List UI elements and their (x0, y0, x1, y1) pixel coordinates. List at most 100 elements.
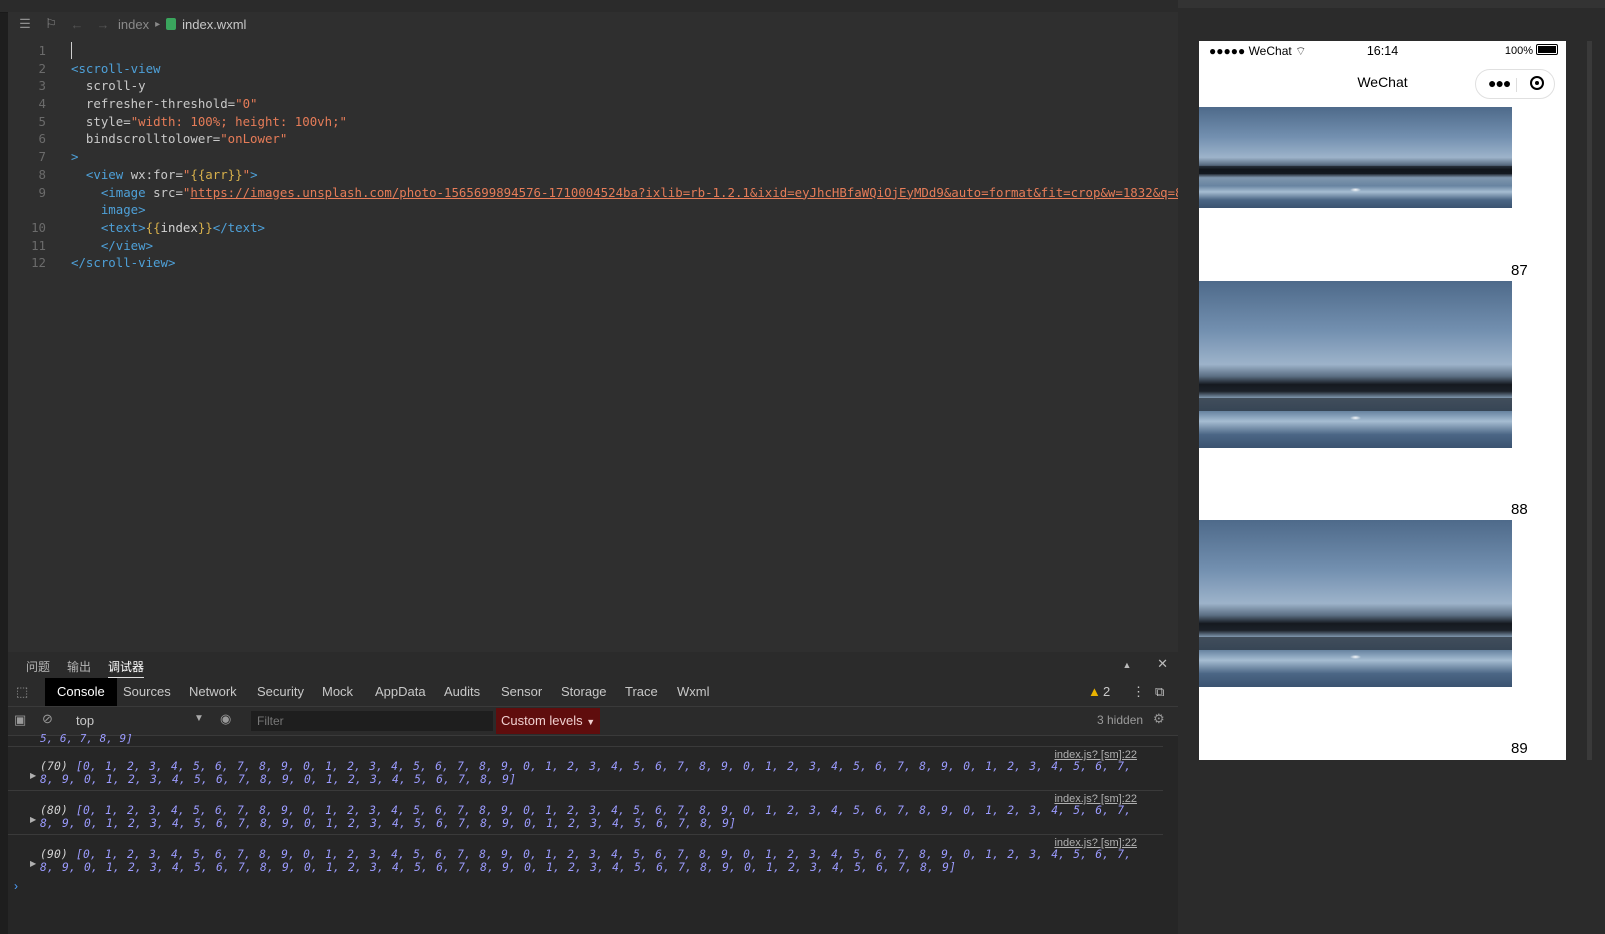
clear-console-icon[interactable]: ⊘ (42, 711, 53, 727)
arrow-left-icon[interactable]: ← (68, 17, 86, 32)
simulator-scrollbar[interactable] (1587, 41, 1592, 760)
item-image (1199, 281, 1512, 448)
array-length: (80) (40, 804, 69, 817)
line-source[interactable]: <text>{{index}}</text> (71, 219, 265, 237)
tab-storage[interactable]: Storage (561, 678, 607, 706)
wxml-file-icon (166, 18, 177, 30)
menu-capsule[interactable]: ●●● (1475, 69, 1555, 99)
line-number: 5 (38, 113, 46, 129)
array-values: [0, 1, 2, 3, 4, 5, 6, 7, 8, 9, 0, 1, 2, … (40, 760, 1132, 786)
bookmark-icon[interactable]: ⚐ (42, 16, 60, 32)
close-miniprogram-icon[interactable] (1530, 76, 1544, 90)
code-token: </scroll-view> (71, 255, 176, 271)
breadcrumb-file[interactable]: index.wxml (182, 17, 246, 32)
line-source[interactable]: > (71, 148, 78, 166)
code-token: <view (71, 166, 131, 182)
code-token: image> (71, 202, 146, 218)
tab-security[interactable]: Security (257, 678, 304, 706)
code-token: </text> (212, 219, 265, 235)
line-source[interactable]: <image src="https://images.unsplash.com/… (71, 184, 1194, 202)
console-entry[interactable]: index.js? [sm]:22 ▶ (70) [0, 1, 2, 3, 4, 5… (8, 746, 1163, 791)
code-token: "width: 100%; height: 100vh;" (130, 113, 348, 129)
code-token: https://images.unsplash.com/photo-156569… (190, 184, 1190, 200)
tab-sensor[interactable]: Sensor (501, 678, 542, 706)
levels-label: Custom levels (501, 713, 583, 728)
inspect-element-icon[interactable]: ⬚ (16, 678, 28, 706)
line-source[interactable]: scroll-y (71, 77, 146, 95)
arrow-right-icon[interactable]: → (94, 17, 112, 32)
levels-dropdown[interactable]: Custom levels ▼ (496, 708, 601, 734)
item-image (1199, 107, 1512, 208)
console-output[interactable]: 5, 6, 7, 8, 9] index.js? [sm]:22 ▶ (70) [0… (8, 732, 1163, 934)
more-options-icon[interactable]: ⋮ (1132, 678, 1145, 706)
console-prompt[interactable]: › (14, 879, 18, 893)
more-icon[interactable]: ●●● (1488, 75, 1511, 91)
line-source[interactable]: style="width: 100%; height: 100vh;" (71, 113, 347, 131)
sidebar-toggle-icon[interactable]: ▣ (14, 712, 26, 728)
line-source[interactable]: <view wx:for="{{arr}}"> (71, 166, 258, 184)
warning-count[interactable]: 2 (1103, 678, 1110, 706)
tab-network[interactable]: Network (189, 678, 237, 706)
tab-console[interactable]: Console (45, 678, 117, 706)
line-number: 6 (38, 131, 46, 147)
simulator-panel: ●●●●● WeChat ⌔ 16:14 100% WeChat ●●● 87 … (1178, 0, 1605, 934)
eye-icon[interactable]: ◉ (220, 711, 231, 727)
console-entry[interactable]: index.js? [sm]:22 ▶ (90) [0, 1, 2, 3, 4, 5… (8, 834, 1163, 879)
phone-screen[interactable]: ●●●●● WeChat ⌔ 16:14 100% WeChat ●●● 87 … (1199, 41, 1566, 760)
filter-input[interactable] (251, 711, 493, 731)
code-editor[interactable]: ☰ ⚐ ← → index ▸ index.wxml 1 2 <scroll-vie… (8, 12, 1194, 662)
code-token: "0" (235, 96, 258, 112)
item-index: 87 (1511, 262, 1528, 279)
console-entry[interactable]: index.js? [sm]:22 ▶ (80) [0, 1, 2, 3, 4, 5… (8, 790, 1163, 835)
nav-bar: WeChat ●●● (1199, 61, 1566, 106)
panel-controls: ▲ ✕ (1123, 656, 1168, 672)
battery-icon (1536, 44, 1558, 55)
expand-arrow-icon[interactable]: ▶ (30, 859, 36, 868)
line-source[interactable]: <scroll-view (71, 60, 161, 78)
array-output: (70) [0, 1, 2, 3, 4, 5, 6, 7, 8, 9, 0, 1… (40, 760, 1150, 786)
hidden-count: 3 hidden (1097, 713, 1144, 727)
line-source[interactable]: </scroll-view> (71, 254, 175, 272)
text-cursor (71, 42, 72, 59)
line-source[interactable]: </view> (71, 237, 153, 255)
tab-wxml[interactable]: Wxml (677, 678, 710, 706)
tab-problems[interactable]: 问题 (26, 658, 50, 675)
tab-trace[interactable]: Trace (625, 678, 658, 706)
code-token: > (250, 166, 258, 182)
undock-icon[interactable]: ⧉ (1155, 678, 1164, 706)
line-number: 10 (31, 219, 46, 235)
devtools-tabs: ⬚ Console Sources Network Security Mock … (8, 678, 1178, 707)
devtools-panel: 问题 输出 调试器 ▲ ✕ ⬚ Console Sources Network … (8, 652, 1178, 934)
line-number: 7 (38, 149, 46, 165)
warning-icon[interactable]: ▲ (1088, 678, 1101, 706)
code-token: index (160, 219, 198, 235)
item-index: 89 (1511, 740, 1528, 757)
code-token: <text> (71, 219, 146, 235)
collapse-icon[interactable]: ▲ (1123, 660, 1132, 670)
breadcrumb-folder[interactable]: index (118, 17, 149, 32)
tab-appdata[interactable]: AppData (375, 678, 426, 706)
list-icon[interactable]: ☰ (16, 16, 34, 32)
code-token: > (71, 149, 79, 165)
array-values: [0, 1, 2, 3, 4, 5, 6, 7, 8, 9, 0, 1, 2, … (40, 804, 1132, 830)
code-token: "onLower" (220, 131, 288, 147)
line-source[interactable]: refresher-threshold="0" (71, 95, 258, 113)
line-source[interactable]: bindscrolltolower="onLower" (71, 130, 287, 148)
chevron-down-icon[interactable]: ▼ (194, 713, 204, 724)
tab-sources[interactable]: Sources (123, 678, 171, 706)
panel-tabs: 问题 输出 调试器 ▲ ✕ (8, 652, 1178, 679)
expand-arrow-icon[interactable]: ▶ (30, 815, 36, 824)
tab-debugger[interactable]: 调试器 (108, 658, 145, 679)
code-token: wx:for= (130, 166, 183, 182)
expand-arrow-icon[interactable]: ▶ (30, 771, 36, 780)
console-toolbar: ▣ ⊘ top ▼ ◉ Custom levels ▼ 3 hidden ⚙ (8, 707, 1178, 736)
context-select[interactable]: top (76, 713, 94, 728)
tab-output[interactable]: 输出 (67, 658, 91, 675)
close-icon[interactable]: ✕ (1157, 656, 1168, 671)
code-token: bindscrolltolower= (71, 131, 221, 147)
tab-audits[interactable]: Audits (444, 678, 480, 706)
array-values: [0, 1, 2, 3, 4, 5, 6, 7, 8, 9, 0, 1, 2, … (40, 848, 1132, 874)
tab-mock[interactable]: Mock (322, 678, 353, 706)
gear-icon[interactable]: ⚙ (1153, 711, 1165, 727)
line-source[interactable]: image> (71, 201, 146, 219)
